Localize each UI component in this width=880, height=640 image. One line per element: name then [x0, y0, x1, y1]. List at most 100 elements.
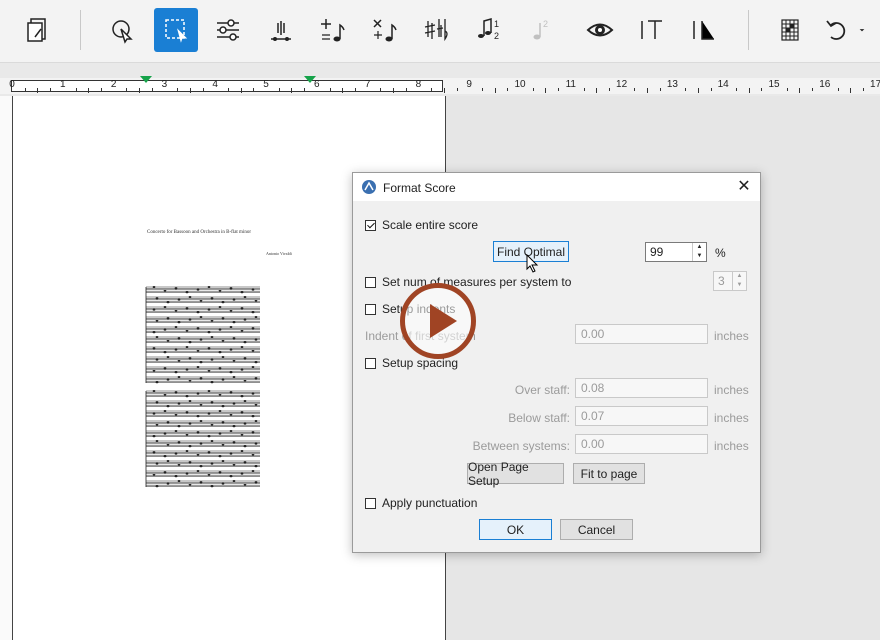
note-head	[199, 481, 203, 484]
indent-first-system-input[interactable]: 0.00	[575, 324, 708, 344]
play-triangle	[430, 304, 457, 338]
chord-grid-icon[interactable]	[768, 8, 812, 52]
scale-entire-score-checkbox[interactable]	[365, 219, 376, 231]
right-margin-marker-icon[interactable]	[304, 76, 316, 83]
ruler-tick	[850, 88, 852, 93]
note-head	[221, 301, 225, 304]
ruler-tick	[456, 88, 458, 91]
add-note-icon[interactable]	[310, 8, 354, 52]
note-head	[229, 309, 233, 312]
apply-punctuation-row[interactable]: Apply punctuation	[365, 496, 477, 510]
note-head	[232, 402, 236, 405]
remove-note-icon[interactable]	[362, 8, 406, 52]
ruler-tick	[634, 88, 636, 91]
note-head	[254, 403, 258, 406]
close-icon[interactable]: ✕	[734, 177, 754, 197]
note-head	[251, 349, 255, 352]
pointer-icon[interactable]	[100, 8, 144, 52]
selection-icon[interactable]	[154, 8, 198, 52]
app-logo-icon	[362, 180, 376, 194]
note-head	[243, 341, 247, 344]
note-head	[232, 463, 236, 466]
left-margin-marker-icon[interactable]	[140, 76, 152, 83]
note-head	[232, 337, 236, 340]
over-staff-input[interactable]: 0.08	[575, 378, 708, 398]
measures-per-system-row[interactable]: Set num of measures per system to	[365, 275, 571, 289]
measures-per-system-checkbox[interactable]	[365, 276, 376, 288]
open-page-setup-button[interactable]: Open Page Setup	[467, 460, 564, 488]
scale-value-input[interactable]: 99 ▲ ▼	[645, 242, 707, 262]
apply-punctuation-checkbox[interactable]	[365, 497, 376, 509]
measures-per-system-label: Set num of measures per system to	[382, 275, 572, 289]
note-head	[221, 421, 225, 424]
between-systems-unit: inches	[714, 439, 749, 453]
note-head	[243, 357, 247, 360]
lyrics-icon[interactable]	[682, 8, 726, 52]
ruler-tick	[735, 88, 737, 91]
svg-text:1: 1	[494, 19, 499, 29]
ruler-tick	[748, 88, 750, 93]
spinner-arrows-icon[interactable]: ▲ ▼	[692, 243, 706, 261]
note-head	[218, 289, 222, 292]
note-head	[152, 390, 156, 392]
setup-indents-checkbox[interactable]	[365, 303, 376, 315]
text-icon[interactable]	[630, 8, 674, 52]
note-head	[210, 423, 214, 426]
ok-button[interactable]: OK	[479, 519, 552, 540]
note-head	[166, 460, 170, 462]
play-icon[interactable]	[400, 283, 476, 359]
speaker-icon[interactable]	[258, 8, 302, 52]
sliders-icon[interactable]	[206, 8, 250, 52]
setup-spacing-checkbox[interactable]	[365, 357, 376, 369]
spinner-arrows-icon[interactable]: ▲ ▼	[732, 272, 746, 290]
note-head	[196, 311, 200, 314]
fingering-disabled-icon[interactable]: 2	[518, 8, 562, 52]
format-score-dialog: Format Score ✕ Scale entire score Find O…	[352, 172, 761, 553]
note-head	[155, 423, 159, 426]
note-head	[218, 471, 222, 474]
note-head	[155, 381, 159, 384]
scale-entire-score-row[interactable]: Scale entire score	[365, 218, 478, 232]
below-staff-input[interactable]: 0.07	[575, 406, 708, 426]
note-head	[177, 463, 181, 466]
note-head	[207, 435, 211, 438]
note-head	[199, 316, 203, 318]
note-head	[185, 395, 189, 398]
cancel-button[interactable]: Cancel	[560, 519, 633, 540]
fingering-icon[interactable]: 12	[466, 8, 510, 52]
ruler-tick	[532, 88, 534, 91]
below-staff-unit: inches	[714, 411, 749, 425]
note-head	[251, 453, 255, 456]
note-head	[240, 395, 244, 398]
note-head	[218, 328, 222, 331]
measures-per-system-input[interactable]: 3 ▲ ▼	[713, 271, 747, 291]
note-head	[199, 465, 203, 468]
note-head	[221, 460, 225, 462]
ruler-tick	[481, 88, 483, 91]
note-head	[229, 413, 233, 416]
note-head	[229, 452, 233, 455]
ruler-tick	[685, 88, 687, 91]
note-head	[174, 452, 178, 455]
note-head	[196, 366, 200, 368]
note-head	[221, 317, 225, 320]
ruler-tick	[862, 88, 864, 91]
note-head	[232, 376, 236, 378]
fit-to-page-button[interactable]: Fit to page	[573, 463, 645, 484]
ruler-tick	[100, 88, 102, 91]
ruler-tick	[139, 88, 140, 93]
ruler-number: 4	[212, 79, 218, 90]
accidentals-icon[interactable]	[414, 8, 458, 52]
between-systems-input[interactable]: 0.00	[575, 434, 708, 454]
eye-icon[interactable]	[578, 8, 622, 52]
ruler-tick	[443, 88, 445, 93]
document-icon[interactable]	[16, 8, 60, 52]
note-head	[177, 298, 181, 301]
ruler-tick	[151, 88, 153, 91]
ruler-tick	[202, 88, 204, 91]
ruler-number: 10	[514, 79, 526, 90]
undo-dropdown-icon[interactable]	[852, 8, 872, 52]
ruler-tick	[812, 88, 814, 91]
note-head	[251, 470, 255, 472]
note-head	[196, 415, 200, 418]
